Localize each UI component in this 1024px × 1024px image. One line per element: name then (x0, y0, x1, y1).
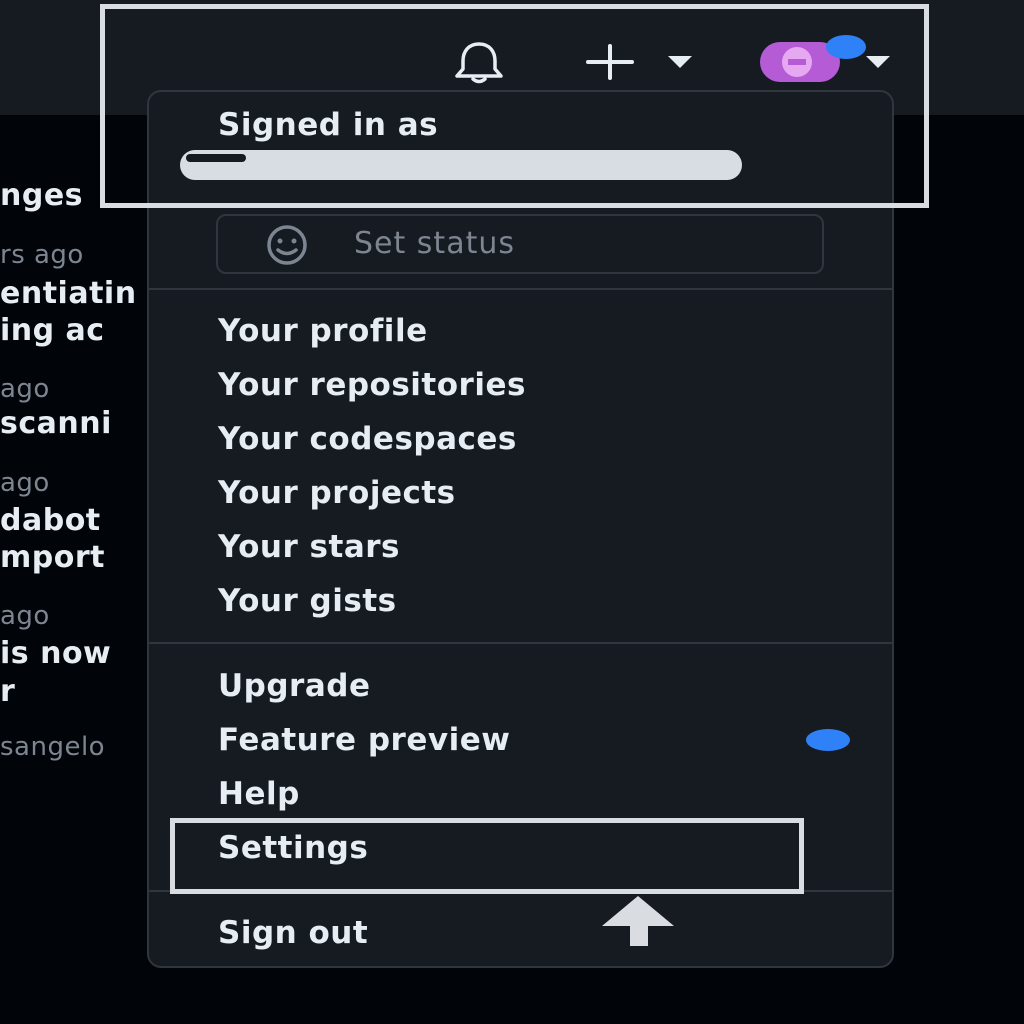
feed-item-meta: ago (0, 601, 50, 631)
arrow-up-icon (602, 896, 674, 946)
set-status-label: Set status (354, 226, 515, 261)
feed-item-title: is now (0, 636, 112, 671)
menu-item-your-projects[interactable]: Your projects (218, 475, 456, 511)
feed-item-title: r (0, 674, 16, 709)
menu-item-your-stars[interactable]: Your stars (218, 529, 400, 565)
menu-item-your-codespaces[interactable]: Your codespaces (218, 421, 517, 457)
feed-item-title: entiatin (0, 276, 137, 311)
menu-divider (149, 288, 892, 290)
feed-item-title: scanni (0, 406, 112, 441)
feature-preview-dot (806, 729, 850, 751)
menu-item-your-repositories[interactable]: Your repositories (218, 367, 526, 403)
feed-item-meta: rs ago (0, 240, 84, 270)
menu-item-upgrade[interactable]: Upgrade (218, 668, 370, 704)
feed-item-meta: ago (0, 374, 50, 404)
feed-item-title: mport (0, 540, 105, 575)
feed-item-title: nges (0, 178, 84, 213)
smiley-icon (267, 225, 307, 265)
menu-item-help[interactable]: Help (218, 776, 300, 812)
menu-item-your-gists[interactable]: Your gists (218, 583, 397, 619)
menu-divider (149, 642, 892, 644)
menu-item-your-profile[interactable]: Your profile (218, 313, 428, 349)
screenshot: nges rs ago entiatin ing ac ago scanni a… (0, 0, 1024, 1024)
feed-item-meta: ago (0, 468, 50, 498)
annotation-box-settings (170, 818, 804, 894)
menu-item-sign-out[interactable]: Sign out (218, 915, 368, 951)
annotation-box-header (100, 4, 929, 208)
feed-item-title: dabot (0, 503, 101, 538)
feed-item-meta: sangelo (0, 732, 106, 762)
menu-item-feature-preview[interactable]: Feature preview (218, 722, 510, 758)
feed-item-title: ing ac (0, 313, 105, 348)
